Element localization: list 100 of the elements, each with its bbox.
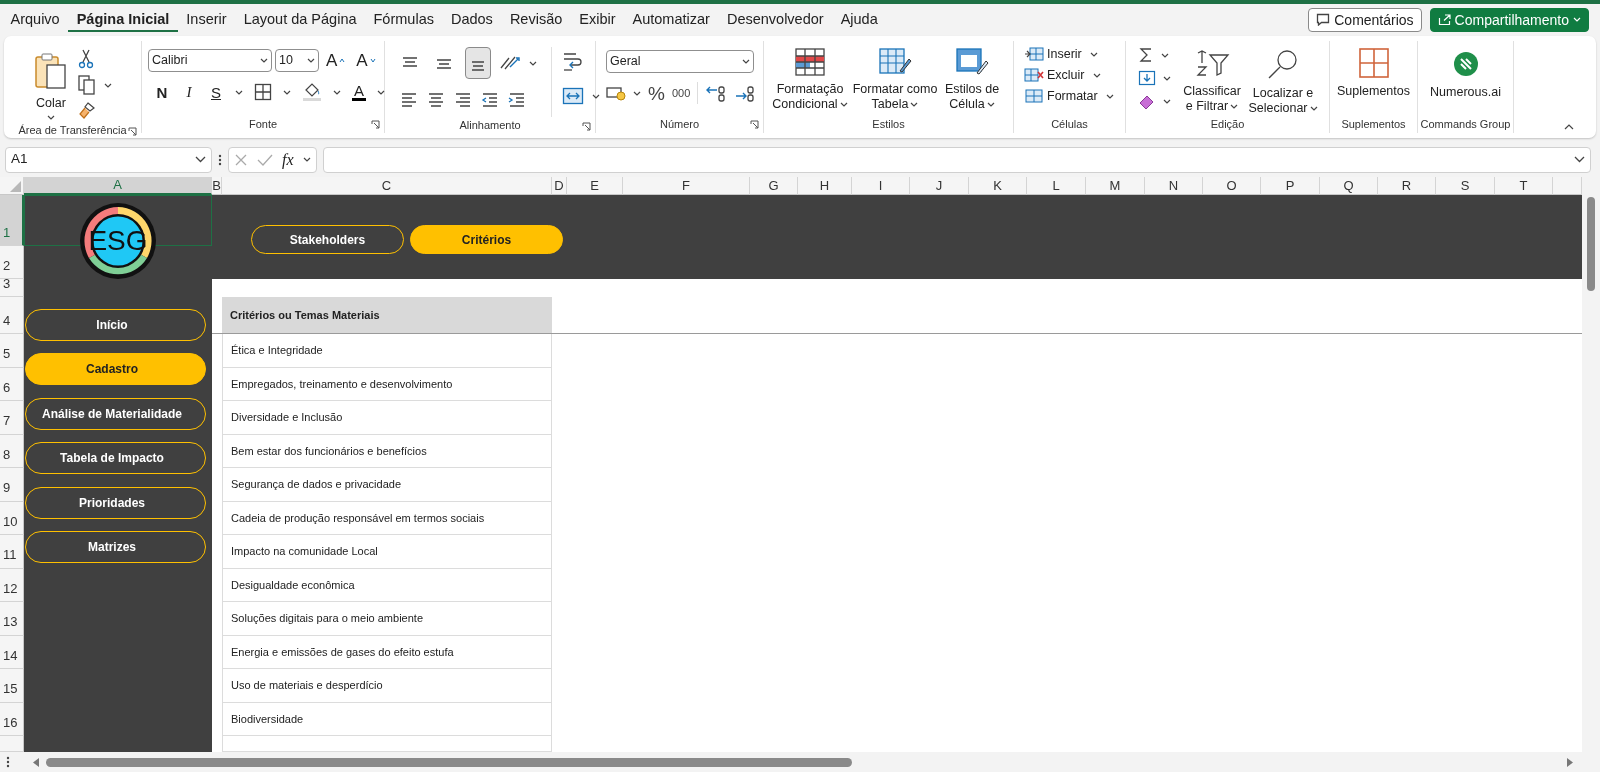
- align-right-icon[interactable]: [454, 91, 472, 109]
- scissors-icon[interactable]: [78, 49, 94, 69]
- column-header[interactable]: N: [1145, 177, 1203, 195]
- more-options-icon[interactable]: [6, 756, 10, 768]
- decrease-indent-icon[interactable]: [481, 92, 499, 108]
- cell-styles-button[interactable]: Estilos de Célula: [940, 43, 1004, 115]
- row-header[interactable]: 16: [0, 702, 24, 736]
- row-header[interactable]: 12: [0, 568, 24, 602]
- caret-icon[interactable]: [1092, 72, 1101, 78]
- autosum-icon[interactable]: [1138, 47, 1154, 63]
- column-header[interactable]: K: [969, 177, 1027, 195]
- add-ins-button[interactable]: Suplementos: [1333, 43, 1414, 115]
- scroll-left-icon[interactable]: [32, 757, 40, 767]
- increase-font-button[interactable]: A: [326, 53, 346, 68]
- caret-icon[interactable]: [1163, 98, 1171, 104]
- column-header[interactable]: M: [1086, 177, 1145, 195]
- format-button[interactable]: Formatar: [1024, 88, 1098, 104]
- numerous-button[interactable]: Numerous.ai: [1422, 43, 1509, 115]
- menu-tab[interactable]: Página Inicial: [68, 7, 178, 32]
- insert-button[interactable]: Inserir: [1024, 46, 1082, 62]
- column-header[interactable]: D: [552, 177, 567, 195]
- caret-icon[interactable]: [592, 93, 600, 99]
- increase-indent-icon[interactable]: [508, 92, 526, 108]
- menu-tab[interactable]: Dados: [442, 7, 502, 32]
- row-header[interactable]: 9: [0, 468, 24, 502]
- merge-cells-icon[interactable]: [562, 87, 584, 105]
- fill-down-icon[interactable]: [1138, 70, 1156, 86]
- dialog-launcher-icon[interactable]: [750, 120, 759, 129]
- caret-icon[interactable]: [283, 89, 291, 95]
- row-header[interactable]: 8: [0, 434, 24, 468]
- column-header[interactable]: J: [910, 177, 969, 195]
- accounting-icon[interactable]: [606, 85, 626, 101]
- menu-tab[interactable]: Fórmulas: [365, 7, 443, 32]
- font-color-button[interactable]: A: [352, 83, 366, 101]
- caret-icon[interactable]: [633, 90, 641, 96]
- conditional-formatting-button[interactable]: Formatação Condicional: [770, 43, 850, 115]
- name-box[interactable]: A1: [5, 146, 212, 173]
- eraser-icon[interactable]: [1138, 93, 1156, 109]
- column-header[interactable]: Q: [1320, 177, 1378, 195]
- delete-button[interactable]: Excluir: [1024, 67, 1085, 83]
- menu-tab[interactable]: Desenvolvedor: [718, 7, 833, 32]
- dialog-launcher-icon[interactable]: [128, 127, 137, 136]
- row-header[interactable]: 15: [0, 669, 24, 703]
- caret-icon[interactable]: [1163, 75, 1171, 81]
- row-header[interactable]: 1: [0, 195, 24, 246]
- caret-icon[interactable]: [529, 60, 537, 66]
- row-header[interactable]: 4: [0, 297, 24, 334]
- align-center-icon[interactable]: [427, 91, 445, 109]
- row-header[interactable]: 14: [0, 635, 24, 669]
- column-header[interactable]: A: [24, 177, 212, 195]
- column-header[interactable]: S: [1436, 177, 1495, 195]
- format-as-table-button[interactable]: Formatar como Tabela: [850, 43, 940, 115]
- caret-icon[interactable]: [1089, 51, 1098, 57]
- menu-tab[interactable]: Revisão: [501, 7, 571, 32]
- collapse-ribbon-icon[interactable]: [1564, 124, 1574, 130]
- sort-filter-button[interactable]: Classificar e Filtrar: [1181, 45, 1243, 116]
- menu-tab[interactable]: Ajuda: [832, 7, 887, 32]
- row-header[interactable]: 11: [0, 535, 24, 569]
- share-button[interactable]: Compartilhamento: [1429, 7, 1589, 32]
- decrease-font-button[interactable]: A: [356, 53, 376, 68]
- sheet-tab-button[interactable]: Critérios: [410, 225, 563, 254]
- increase-decimal-icon[interactable]: [705, 84, 728, 102]
- formula-input[interactable]: [323, 146, 1591, 173]
- column-header[interactable]: H: [798, 177, 852, 195]
- row-header[interactable]: 2: [0, 246, 24, 279]
- scroll-right-icon[interactable]: [1566, 757, 1574, 767]
- row-header[interactable]: 13: [0, 602, 24, 636]
- check-icon[interactable]: [257, 152, 273, 167]
- row-header[interactable]: 6: [0, 367, 24, 401]
- paste-button[interactable]: Colar: [28, 47, 74, 122]
- wrap-text-icon[interactable]: [562, 51, 582, 73]
- column-header[interactable]: I: [852, 177, 910, 195]
- vertical-scroll-thumb[interactable]: [1587, 197, 1595, 291]
- sidebar-nav-button[interactable]: Cadastro: [24, 353, 206, 386]
- menu-tab[interactable]: Inserir: [177, 7, 236, 32]
- number-format-field[interactable]: Geral: [606, 50, 754, 73]
- dialog-launcher-icon[interactable]: [371, 120, 380, 129]
- fill-color-icon[interactable]: [302, 82, 322, 102]
- column-header[interactable]: L: [1027, 177, 1086, 195]
- column-header[interactable]: R: [1378, 177, 1436, 195]
- column-header[interactable]: E: [567, 177, 623, 195]
- caret-icon[interactable]: [333, 89, 341, 95]
- format-painter-icon[interactable]: [78, 101, 96, 119]
- menu-tab[interactable]: Layout da Página: [235, 7, 365, 32]
- menu-tab[interactable]: Exibir: [570, 7, 625, 32]
- percent-button[interactable]: %: [648, 85, 665, 101]
- font-size-field[interactable]: 10: [275, 49, 319, 72]
- row-header[interactable]: 10: [0, 501, 24, 535]
- insert-function-button[interactable]: fx: [282, 147, 294, 172]
- caret-icon[interactable]: [377, 89, 385, 95]
- caret-icon[interactable]: [104, 82, 112, 88]
- column-header[interactable]: O: [1203, 177, 1261, 195]
- caret-icon[interactable]: [235, 89, 243, 95]
- caret-icon[interactable]: [1161, 52, 1169, 58]
- column-header[interactable]: G: [750, 177, 798, 195]
- horizontal-scroll-thumb[interactable]: [46, 757, 852, 767]
- comments-button[interactable]: Comentários: [1308, 7, 1422, 32]
- thousands-button[interactable]: 000: [671, 85, 691, 101]
- menu-tab[interactable]: Automatizar: [624, 7, 719, 32]
- column-header[interactable]: T: [1495, 177, 1553, 195]
